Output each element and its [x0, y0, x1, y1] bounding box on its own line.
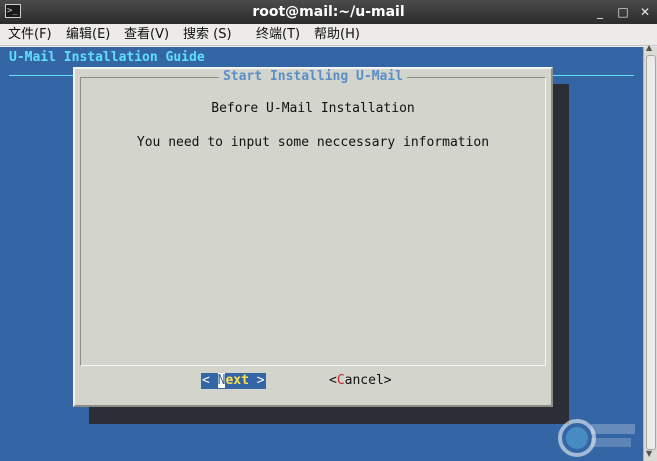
- cancel-button-label: ancel: [344, 373, 384, 388]
- menu-search[interactable]: 搜索 (S): [183, 24, 232, 46]
- menu-edit[interactable]: 编辑(E): [66, 24, 110, 46]
- title-bar[interactable]: >_ root@mail:~/u-mail _ □ ✕: [0, 0, 657, 24]
- terminal-icon: >_: [5, 4, 21, 18]
- menu-terminal[interactable]: 终端(T): [256, 24, 300, 46]
- terminal-window: >_ root@mail:~/u-mail _ □ ✕ 文件(F) 编辑(E) …: [0, 0, 657, 461]
- dialog-heading: Before U-Mail Installation: [211, 101, 415, 116]
- next-button[interactable]: < Next >: [201, 373, 266, 389]
- install-dialog: Start Installing U-Mail Before U-Mail In…: [73, 67, 553, 407]
- cancel-button-hotkey: C: [336, 373, 345, 388]
- cancel-button[interactable]: <Cancel>: [329, 373, 392, 389]
- minimize-button[interactable]: _: [591, 3, 609, 21]
- vertical-scrollbar[interactable]: ▲ ▼: [643, 43, 657, 461]
- next-button-label: ext: [225, 373, 249, 388]
- close-button[interactable]: ✕: [636, 3, 654, 21]
- menu-help[interactable]: 帮助(H): [314, 24, 360, 46]
- dialog-inner-frame: [80, 77, 546, 366]
- menu-view[interactable]: 查看(V): [124, 24, 169, 46]
- next-button-open: <: [202, 373, 218, 388]
- window-title: root@mail:~/u-mail: [252, 4, 405, 20]
- dialog-message: You need to input some neccessary inform…: [136, 135, 490, 150]
- scrollbar-thumb[interactable]: [646, 55, 656, 450]
- terminal-area[interactable]: U-Mail Installation Guide Start Installi…: [0, 47, 643, 461]
- menu-file[interactable]: 文件(F): [8, 24, 52, 46]
- cancel-button-close: >: [383, 373, 392, 388]
- dialog-title: Start Installing U-Mail: [75, 69, 551, 85]
- maximize-button[interactable]: □: [614, 3, 632, 21]
- next-button-close: >: [248, 373, 265, 388]
- scroll-down-arrow-icon[interactable]: ▼: [646, 449, 652, 458]
- scroll-up-arrow-icon[interactable]: ▲: [646, 43, 652, 52]
- backtitle: U-Mail Installation Guide: [9, 50, 205, 65]
- cancel-button-open: <: [329, 373, 337, 388]
- menu-bar: 文件(F) 编辑(E) 查看(V) 搜索 (S) 终端(T) 帮助(H): [0, 24, 657, 46]
